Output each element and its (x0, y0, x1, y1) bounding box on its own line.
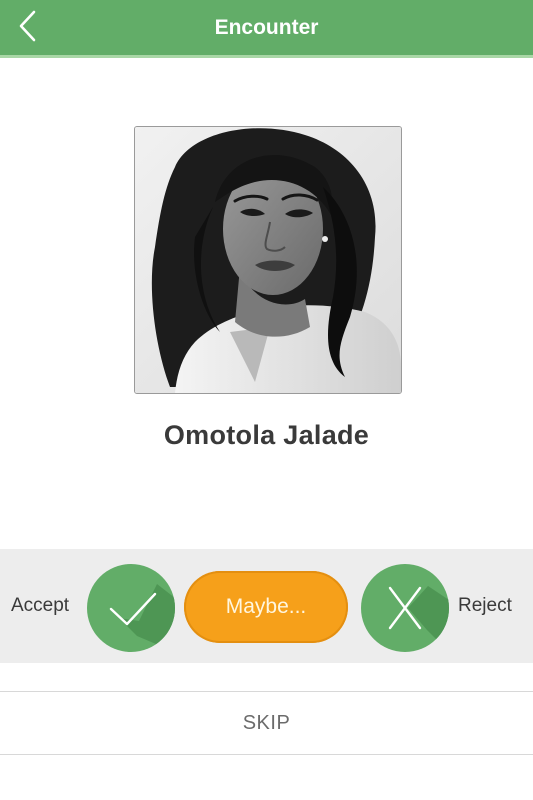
skip-button[interactable]: SKIP (0, 692, 533, 754)
accept-button[interactable] (87, 564, 175, 652)
page-title: Encounter (214, 16, 319, 39)
reject-button[interactable] (361, 564, 449, 652)
divider (0, 754, 533, 755)
person-name: Omotola Jalade (163, 420, 370, 450)
app-header: Encounter (0, 0, 533, 58)
reject-label: Reject (458, 595, 512, 616)
maybe-button[interactable]: Maybe... (184, 571, 348, 643)
encounter-screen: Encounter Omotola Jalade Accept Maybe...… (0, 0, 533, 800)
action-bar: Accept Maybe... Reject (0, 549, 533, 663)
profile-photo (134, 126, 402, 394)
accept-label: Accept (11, 595, 70, 616)
